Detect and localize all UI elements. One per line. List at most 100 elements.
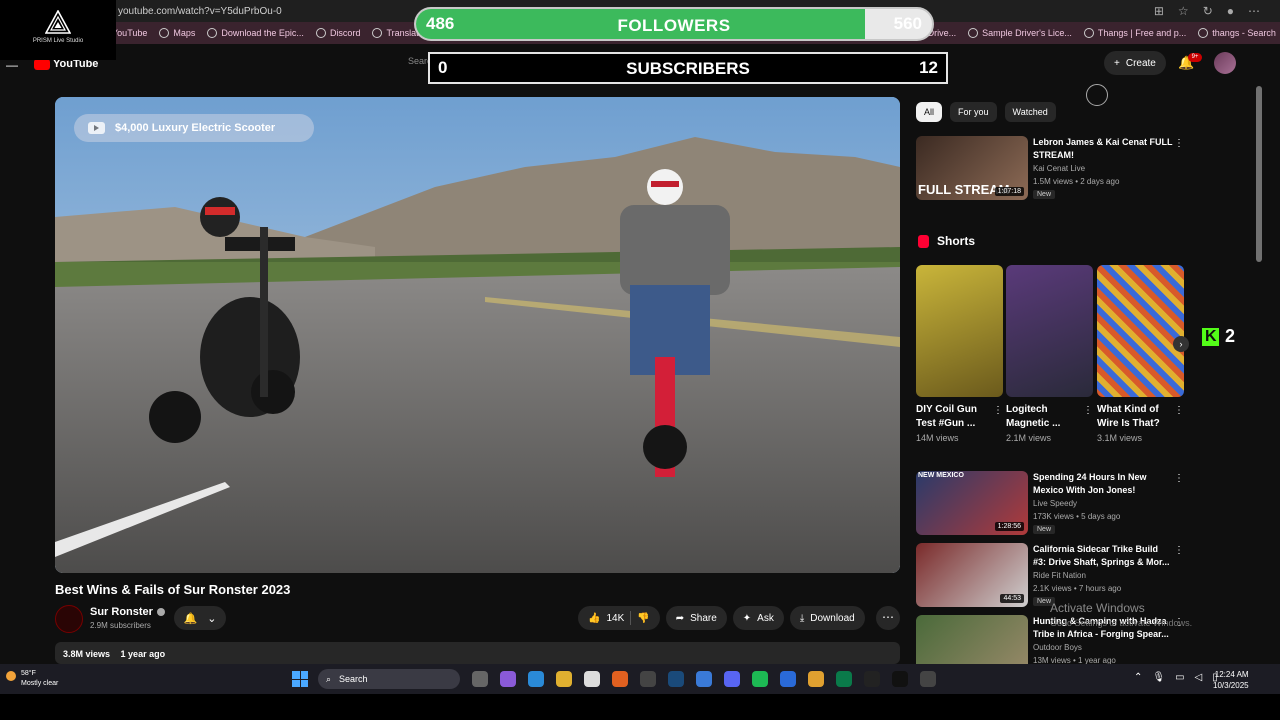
create-button[interactable]: + Create — [1104, 51, 1166, 75]
settings-icon[interactable] — [920, 671, 936, 687]
video-thumbnail[interactable]: FULL STREAM 1:07:18 — [916, 136, 1028, 200]
bookmark-item[interactable]: Sample Driver's Lice... — [968, 28, 1072, 38]
short-title[interactable]: Logitech Magnetic ... — [1006, 403, 1080, 431]
channel-name[interactable]: Kai Cenat Live — [1033, 164, 1085, 173]
microphone-icon[interactable]: 🎙 — [1152, 672, 1165, 683]
channel-name[interactable]: Live Speedy — [1033, 499, 1077, 508]
more-actions-button[interactable]: ⋯ — [876, 606, 900, 630]
network-icon[interactable]: ▭ — [1175, 672, 1184, 683]
browser-toolbar-icons: ⊞ ☆ ↻ ● ⋯ — [1154, 4, 1260, 18]
subscribers-goal-bar: 0 SUBSCRIBERS 12 — [428, 52, 948, 84]
video-title[interactable]: Lebron James & Kai Cenat FULL STREAM! — [1033, 136, 1173, 162]
chrome-icon[interactable] — [808, 671, 824, 687]
chip-watched[interactable]: Watched — [1004, 102, 1056, 122]
video-thumbnail[interactable]: 44:53 — [916, 543, 1028, 607]
page-scrollbar[interactable] — [1256, 86, 1262, 262]
prism-label: PRISM Live Studio — [32, 38, 84, 44]
chevron-down-icon: ⌄ — [207, 612, 217, 625]
short-title[interactable]: DIY Coil Gun Test #Gun ... — [916, 403, 990, 431]
globe-icon — [207, 28, 218, 38]
chip-for-you[interactable]: For you — [950, 102, 997, 122]
channel-name[interactable]: Ride Fit Nation — [1033, 571, 1086, 580]
activate-windows-subtitle: Go to Settings to activate Windows. — [1050, 618, 1193, 628]
description-box[interactable]: 3.8M views 1 year ago — [55, 642, 900, 664]
refresh-icon[interactable]: ↻ — [1203, 4, 1213, 18]
short-title[interactable]: What Kind of Wire Is That? — [1097, 403, 1171, 431]
taskbar-search[interactable]: ⌕ Search — [318, 669, 460, 689]
copilot-icon[interactable] — [500, 671, 516, 687]
share-button[interactable]: ➦ Share — [665, 606, 727, 630]
more-options-icon[interactable]: ⋮ — [1083, 405, 1093, 416]
short-item[interactable]: DIY Coil Gun Test #Gun ... 14M views ⋮ — [916, 265, 1003, 443]
bell-icon: 🔔 — [183, 612, 198, 625]
more-options-icon[interactable]: ⋮ — [993, 405, 1003, 416]
video-player[interactable] — [55, 97, 900, 573]
download-button[interactable]: ⤓ Download — [789, 606, 865, 630]
profile-icon[interactable]: ● — [1227, 4, 1234, 18]
spotify-icon[interactable] — [752, 671, 768, 687]
volume-icon[interactable]: ◁ — [1195, 672, 1203, 683]
video-frame — [55, 97, 900, 573]
more-options-icon[interactable]: ⋮ — [1174, 545, 1184, 556]
bookmark-item[interactable]: Discord — [315, 28, 360, 38]
favorite-star-icon[interactable]: ☆ — [1178, 4, 1189, 18]
weather-widget[interactable]: 58°F Mostly clear — [6, 669, 58, 689]
windows-taskbar: 58°F Mostly clear ⌕ Search ⌃ 🎙 ▭ ◁ ▯ 12:… — [0, 664, 1280, 694]
new-badge: New — [1033, 525, 1056, 534]
terminal-icon[interactable] — [836, 671, 852, 687]
more-options-icon[interactable]: ⋮ — [1174, 473, 1184, 484]
short-item[interactable]: What Kind of Wire Is That? 3.1M views ⋮ — [1097, 265, 1184, 443]
chip-all[interactable]: All — [916, 102, 943, 122]
clock-time: 12:24 AM — [1214, 670, 1249, 679]
bookmark-item[interactable]: thangs - Search — [1198, 28, 1276, 38]
short-thumbnail[interactable] — [916, 265, 1003, 397]
channel-name[interactable]: Sur Ronster — [90, 606, 165, 618]
video-title[interactable]: Spending 24 Hours In New Mexico With Jon… — [1033, 471, 1173, 497]
epic-icon[interactable] — [864, 671, 880, 687]
more-options-icon[interactable]: ⋮ — [1174, 138, 1184, 149]
short-item[interactable]: Logitech Magnetic ... 2.1M views ⋮ — [1006, 265, 1093, 443]
video-meta: 173K views • 5 days ago — [1033, 512, 1121, 521]
steam-icon[interactable] — [668, 671, 684, 687]
shorts-next-arrow-icon[interactable]: › — [1173, 336, 1189, 352]
prism-triangle-icon — [45, 10, 71, 34]
account-avatar[interactable] — [1214, 52, 1236, 74]
firefox-icon[interactable] — [612, 671, 628, 687]
followers-goal: 560 — [893, 14, 922, 33]
video-overlay-title[interactable]: $4,000 Luxury Electric Scooter — [74, 114, 314, 142]
mail-icon[interactable] — [780, 671, 796, 687]
task-view-icon[interactable] — [472, 671, 488, 687]
windows-start-icon[interactable] — [292, 671, 308, 687]
more-options-icon[interactable]: ⋮ — [1174, 405, 1184, 416]
video-meta: 13M views • 1 year ago — [1033, 656, 1116, 664]
bookmark-item[interactable]: Thangs | Free and p... — [1083, 28, 1186, 38]
epic-games-icon[interactable] — [640, 671, 656, 687]
video-thumbnail[interactable] — [916, 615, 1028, 664]
tiktok-icon[interactable] — [892, 671, 908, 687]
chevron-up-icon[interactable]: ⌃ — [1134, 672, 1142, 683]
calendar-icon[interactable] — [584, 671, 600, 687]
video-title[interactable]: California Sidecar Trike Build #3: Drive… — [1033, 543, 1173, 569]
screen-bottom-bar — [0, 694, 1280, 720]
store-icon[interactable] — [696, 671, 712, 687]
short-thumbnail[interactable] — [1006, 265, 1093, 397]
short-thumbnail[interactable] — [1097, 265, 1184, 397]
taskbar-clock[interactable]: 12:24 AM 10/3/2025 — [1213, 669, 1249, 691]
bookmark-item[interactable]: Download the Epic... — [207, 28, 304, 38]
subscribed-notifications-button[interactable]: 🔔 ⌄ — [174, 606, 226, 630]
edge-browser-icon[interactable] — [528, 671, 544, 687]
ask-button[interactable]: ✦ Ask — [732, 606, 784, 630]
channel-avatar[interactable] — [55, 605, 83, 633]
menu-dots-icon[interactable]: ⋯ — [1248, 4, 1260, 18]
channel-name[interactable]: Outdoor Boys — [1033, 643, 1082, 652]
dislike-button[interactable]: 👎 — [637, 613, 649, 624]
bookmark-item[interactable]: YouTube — [112, 28, 147, 38]
bookmark-item[interactable]: Maps — [159, 28, 195, 38]
download-icon: ⤓ — [799, 612, 805, 624]
extensions-icon[interactable]: ⊞ — [1154, 4, 1164, 18]
share-arrow-icon: ➦ — [675, 612, 685, 624]
file-explorer-icon[interactable] — [556, 671, 572, 687]
video-thumbnail[interactable]: NEW MEXICO 1:28:56 — [916, 471, 1028, 535]
discord-icon[interactable] — [724, 671, 740, 687]
like-button[interactable]: 👍 14K — [588, 613, 624, 624]
